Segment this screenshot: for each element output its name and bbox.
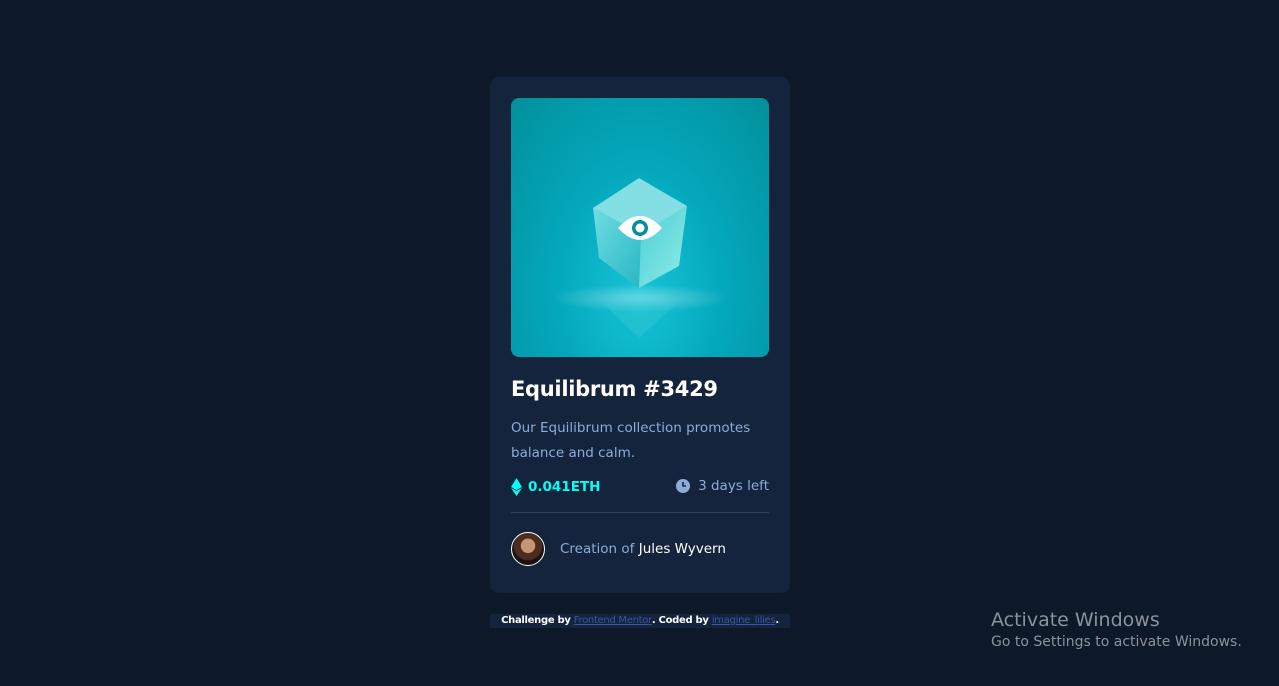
avatar	[511, 532, 545, 566]
activate-windows-watermark: Activate Windows Go to Settings to activ…	[991, 608, 1242, 652]
time-left: 3 days left	[698, 478, 769, 494]
creator-prefix: Creation of	[560, 541, 635, 557]
author-link[interactable]: imagine_lilies	[712, 615, 776, 626]
clock-icon	[676, 479, 691, 493]
nft-description: Our Equilibrum collection promotes balan…	[511, 420, 751, 461]
frontend-mentor-link[interactable]: Frontend Mentor	[574, 615, 652, 626]
nft-title[interactable]: Equilibrum #3429	[511, 377, 718, 401]
creator-name[interactable]: Jules Wyvern	[639, 541, 726, 557]
attribution: Challenge by Frontend Mentor. Coded by i…	[490, 614, 790, 628]
nft-card: Equilibrum #3429 Our Equilibrum collecti…	[490, 77, 790, 593]
attribution-prefix: Challenge by	[501, 615, 571, 626]
page: Equilibrum #3429 Our Equilibrum collecti…	[0, 0, 1279, 686]
creator-text: Creation of Jules Wyvern	[560, 541, 726, 557]
price-value: 0.041ETH	[528, 479, 601, 495]
price-row: 0.041ETH	[511, 478, 600, 496]
attribution-middle: . Coded by	[651, 615, 709, 626]
nft-image-art	[550, 178, 730, 338]
creator-row: Creation of Jules Wyvern	[511, 532, 726, 566]
watermark-title: Activate Windows	[991, 609, 1160, 631]
attribution-suffix: .	[775, 615, 779, 626]
divider	[511, 512, 769, 513]
nft-image[interactable]	[511, 98, 769, 357]
time-row: 3 days left	[676, 478, 769, 494]
watermark-subtitle: Go to Settings to activate Windows.	[991, 634, 1242, 650]
ethereum-icon	[511, 478, 522, 496]
